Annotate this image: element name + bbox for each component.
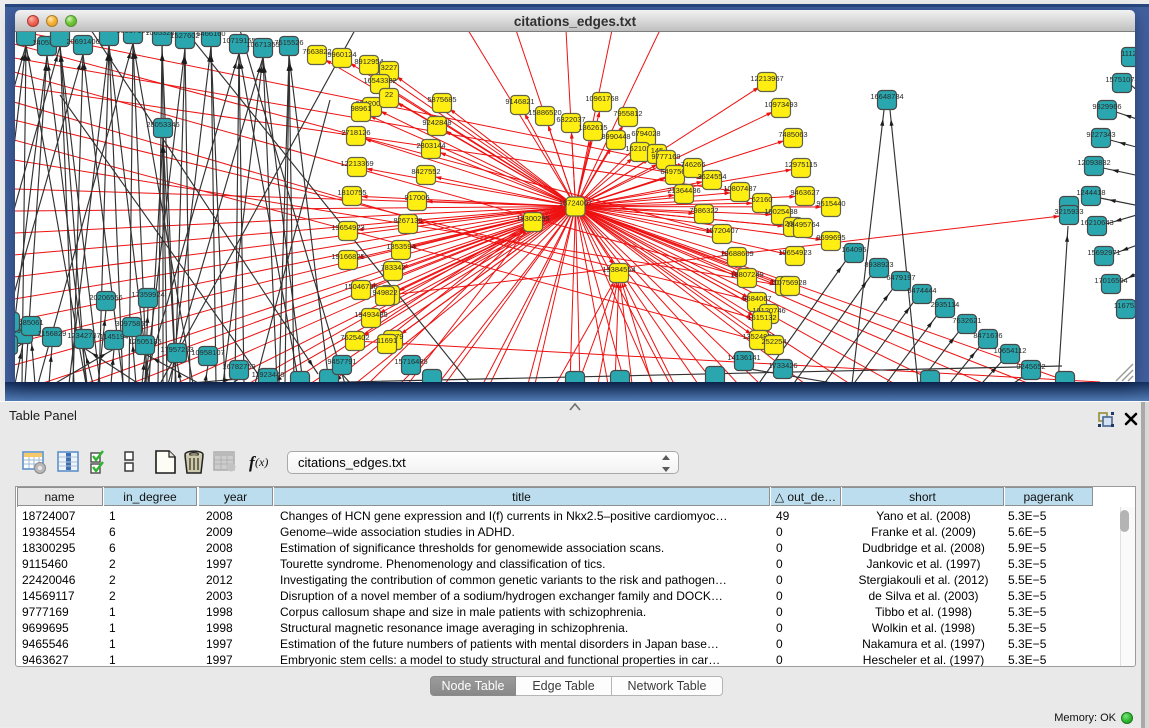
svg-text:2803144: 2803144 <box>416 141 445 150</box>
svg-text:1244418: 1244418 <box>1076 188 1105 197</box>
svg-text:98961: 98961 <box>351 104 372 113</box>
svg-text:1527602: 1527602 <box>170 32 199 40</box>
svg-text:15716485: 15716485 <box>394 357 427 366</box>
svg-text:22: 22 <box>385 90 393 99</box>
svg-text:9463627: 9463627 <box>790 188 819 197</box>
svg-text:30975857: 30975857 <box>115 319 148 328</box>
svg-text:9245652: 9245652 <box>1016 362 1045 371</box>
svg-text:11691: 11691 <box>377 336 397 345</box>
svg-text:485061: 485061 <box>18 318 43 327</box>
svg-text:9329966: 9329966 <box>1092 102 1121 111</box>
svg-text:9474444: 9474444 <box>907 286 936 295</box>
svg-text:3624554: 3624554 <box>697 172 726 181</box>
svg-text:7955812: 7955812 <box>613 109 642 118</box>
svg-text:7632621: 7632621 <box>952 316 981 325</box>
svg-text:5875685: 5875685 <box>427 95 456 104</box>
svg-text:14136141: 14136141 <box>727 353 760 362</box>
svg-text:(x): (x) <box>255 455 268 469</box>
svg-text:19654923: 19654923 <box>778 248 811 257</box>
svg-text:7625402: 7625402 <box>340 333 369 342</box>
svg-text:19654923: 19654923 <box>331 223 364 232</box>
svg-text:949822: 949822 <box>372 288 397 297</box>
svg-text:9457791: 9457791 <box>327 357 356 366</box>
svg-text:10688609: 10688609 <box>720 249 753 258</box>
svg-text:12093832: 12093832 <box>1077 158 1110 167</box>
svg-text:6479197: 6479197 <box>886 273 915 282</box>
svg-text:18724007: 18724007 <box>559 199 592 208</box>
svg-text:18807249: 18807249 <box>730 270 763 279</box>
svg-text:8267130: 8267130 <box>393 216 422 225</box>
svg-text:3227: 3227 <box>381 63 398 72</box>
svg-text:12975115: 12975115 <box>785 160 818 169</box>
svg-text:10756928: 10756928 <box>773 278 806 287</box>
svg-text:12505135: 12505135 <box>128 337 161 346</box>
svg-text:11923448: 11923448 <box>252 370 285 379</box>
svg-text:1362615: 1362615 <box>578 123 607 132</box>
svg-text:783342: 783342 <box>380 263 405 272</box>
svg-text:10958107: 10958107 <box>191 348 224 357</box>
svg-text:116753: 116753 <box>1114 301 1135 310</box>
svg-text:19493489: 19493489 <box>354 310 387 319</box>
svg-text:3215933: 3215933 <box>1054 207 1083 216</box>
svg-text:16210643: 16210643 <box>1080 218 1113 227</box>
svg-text:17016504: 17016504 <box>1094 276 1127 285</box>
svg-text:8427552: 8427552 <box>411 167 440 176</box>
svg-text:9960124: 9960124 <box>327 50 356 59</box>
svg-text:17957253: 17957253 <box>160 345 193 354</box>
svg-text:8990448: 8990448 <box>601 132 630 141</box>
svg-text:1615132: 1615132 <box>747 313 776 322</box>
svg-text:9684067: 9684067 <box>742 294 771 303</box>
svg-text:19166825: 19166825 <box>331 252 364 261</box>
svg-text:9777169: 9777169 <box>651 152 680 161</box>
svg-text:62160: 62160 <box>752 195 773 204</box>
svg-text:16543382: 16543382 <box>363 76 396 85</box>
svg-text:20206556: 20206556 <box>89 293 122 302</box>
svg-text:1810755: 1810755 <box>337 188 366 197</box>
svg-text:9227343: 9227343 <box>1086 130 1115 139</box>
svg-text:9699695: 9699695 <box>816 233 845 242</box>
svg-text:917006: 917006 <box>404 193 429 202</box>
svg-text:7986322: 7986322 <box>689 206 718 215</box>
svg-text:28053346: 28053346 <box>146 120 179 129</box>
svg-text:19384554: 19384554 <box>602 265 635 274</box>
svg-text:2935114: 2935114 <box>931 300 960 309</box>
svg-text:18300295: 18300295 <box>516 214 549 223</box>
svg-text:7485063: 7485063 <box>778 130 807 139</box>
svg-text:10807487: 10807487 <box>723 184 756 193</box>
svg-text:10973493: 10973493 <box>764 100 797 109</box>
svg-text:10025438: 10025438 <box>764 207 797 216</box>
svg-text:2718126: 2718126 <box>341 128 370 137</box>
svg-text:18495764: 18495764 <box>786 220 819 229</box>
svg-text:11123: 11123 <box>1121 49 1135 58</box>
svg-text:8938923: 8938923 <box>864 260 893 269</box>
svg-text:746266: 746266 <box>680 160 705 169</box>
svg-text:15720407: 15720407 <box>705 226 738 235</box>
svg-text:15692971: 15692971 <box>1087 248 1120 257</box>
svg-text:252254: 252254 <box>761 337 786 346</box>
svg-text:8471676: 8471676 <box>973 331 1002 340</box>
svg-text:6794028: 6794028 <box>631 129 660 138</box>
svg-text:164095: 164095 <box>841 245 866 254</box>
svg-text:1353594: 1353594 <box>386 242 415 251</box>
svg-text:9515440: 9515440 <box>816 199 845 208</box>
svg-text:12342737: 12342737 <box>67 331 100 340</box>
svg-text:21364436: 21364436 <box>667 186 700 195</box>
svg-text:6466160: 6466160 <box>196 32 225 38</box>
svg-text:1733426: 1733426 <box>768 361 797 370</box>
svg-text:1156829: 1156829 <box>38 329 67 338</box>
svg-text:12213369: 12213369 <box>340 159 373 168</box>
svg-text:9242848: 9242848 <box>422 118 451 127</box>
svg-text:9146821: 9146821 <box>505 97 534 106</box>
svg-text:12213967: 12213967 <box>750 74 783 83</box>
svg-text:10961768: 10961768 <box>585 94 618 103</box>
svg-text:10654112: 10654112 <box>994 346 1027 355</box>
svg-text:7515526: 7515526 <box>274 38 303 47</box>
svg-text:15751074: 15751074 <box>1105 75 1135 84</box>
svg-text:17359924: 17359924 <box>131 290 164 299</box>
svg-text:16648784: 16648784 <box>870 92 903 101</box>
svg-text:20691406: 20691406 <box>66 37 99 46</box>
